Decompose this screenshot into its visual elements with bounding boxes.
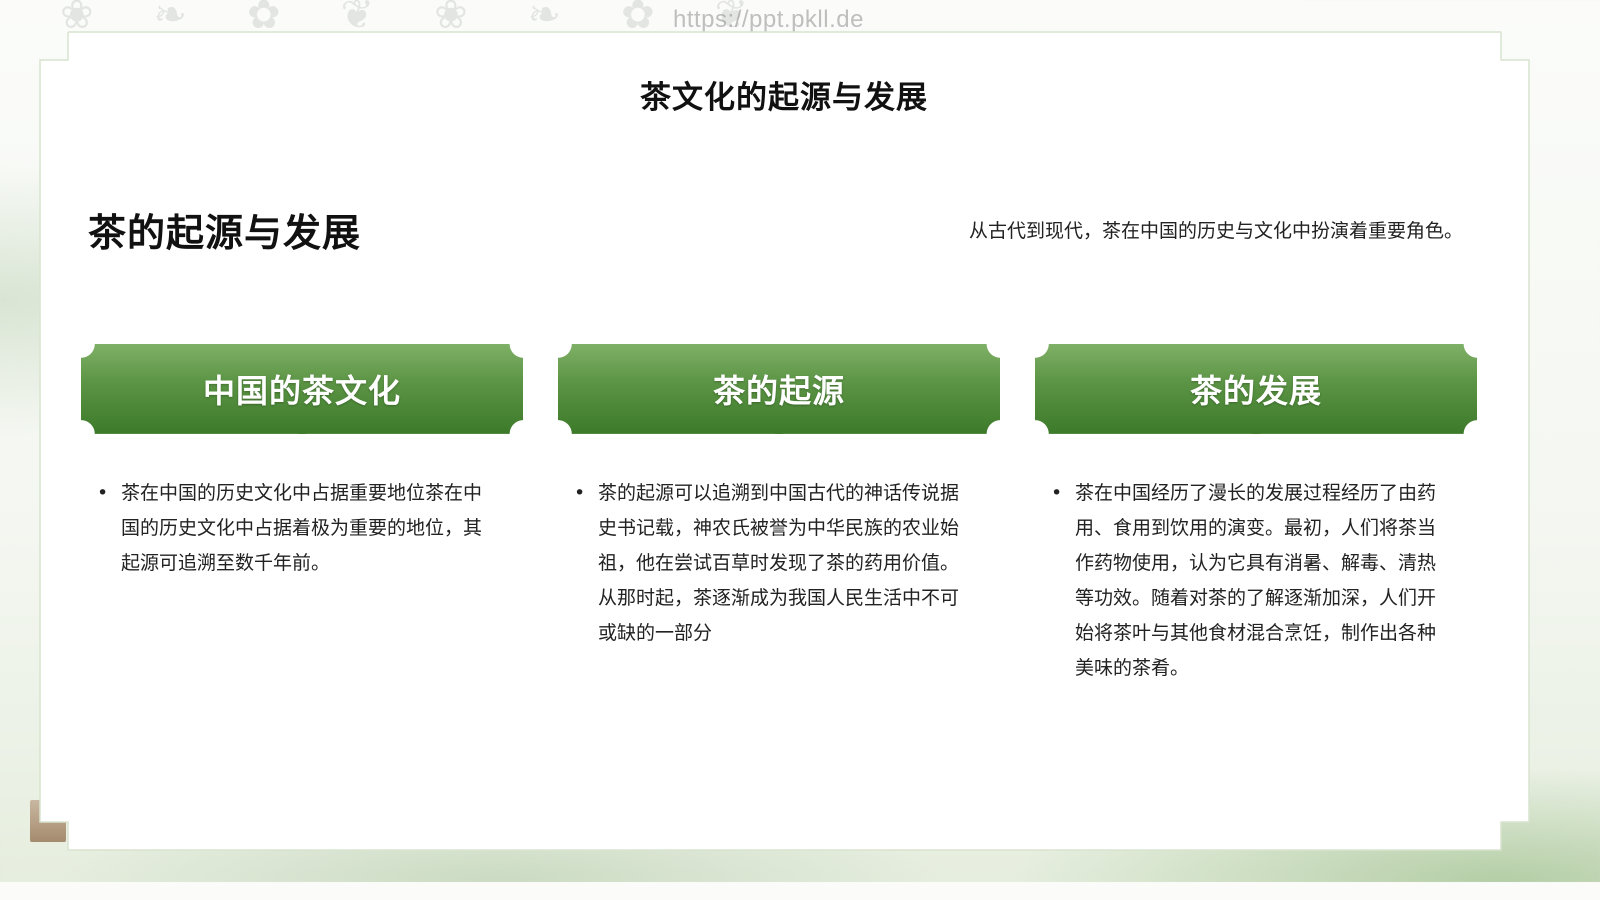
card-header: 茶的起源 [558, 344, 1000, 434]
card-tea-development: 茶的发展 • 茶在中国经历了漫长的发展过程经历了由药用、食用到饮用的演变。最初，… [1035, 344, 1477, 686]
card-text: 茶在中国经历了漫长的发展过程经历了由药用、食用到饮用的演变。最初，人们将茶当作药… [1075, 482, 1437, 679]
card-title: 茶的起源 [712, 372, 845, 410]
card-body: • 茶的起源可以追溯到中国古代的神话传说据史书记载，神农氏被誉为中华民族的农业始… [558, 476, 1000, 651]
card-tea-origin: 茶的起源 • 茶的起源可以追溯到中国古代的神话传说据史书记载，神农氏被誉为中华民… [558, 344, 1000, 651]
card-title: 茶的发展 [1189, 372, 1322, 410]
card-chinese-tea-culture: 中国的茶文化 • 茶在中国的历史文化中占据重要地位茶在中国的历史文化中占据着极为… [81, 344, 523, 581]
section-heading: 茶的起源与发展 [88, 211, 362, 255]
slide-title: 茶文化的起源与发展 [640, 80, 928, 116]
card-header: 茶的发展 [1035, 344, 1477, 434]
card-title: 中国的茶文化 [202, 372, 401, 410]
bullet-dot: • [97, 482, 109, 504]
bullet-dot: • [1051, 482, 1063, 504]
bullet-dot: • [574, 482, 586, 504]
card-body: • 茶在中国的历史文化中占据重要地位茶在中国的历史文化中占据着极为重要的地位，其… [81, 476, 523, 581]
card-body: • 茶在中国经历了漫长的发展过程经历了由药用、食用到饮用的演变。最初，人们将茶当… [1035, 476, 1477, 686]
section-description: 从古代到现代，茶在中国的历史与文化中扮演着重要角色。 [969, 220, 1464, 242]
card-text: 茶的起源可以追溯到中国古代的神话传说据史书记载，神农氏被誉为中华民族的农业始祖，… [598, 482, 960, 644]
card-header: 中国的茶文化 [81, 344, 523, 434]
card-text: 茶在中国的历史文化中占据重要地位茶在中国的历史文化中占据着极为重要的地位，其起源… [121, 482, 483, 574]
watermark-url: https://ppt.pkll.de [673, 6, 864, 33]
